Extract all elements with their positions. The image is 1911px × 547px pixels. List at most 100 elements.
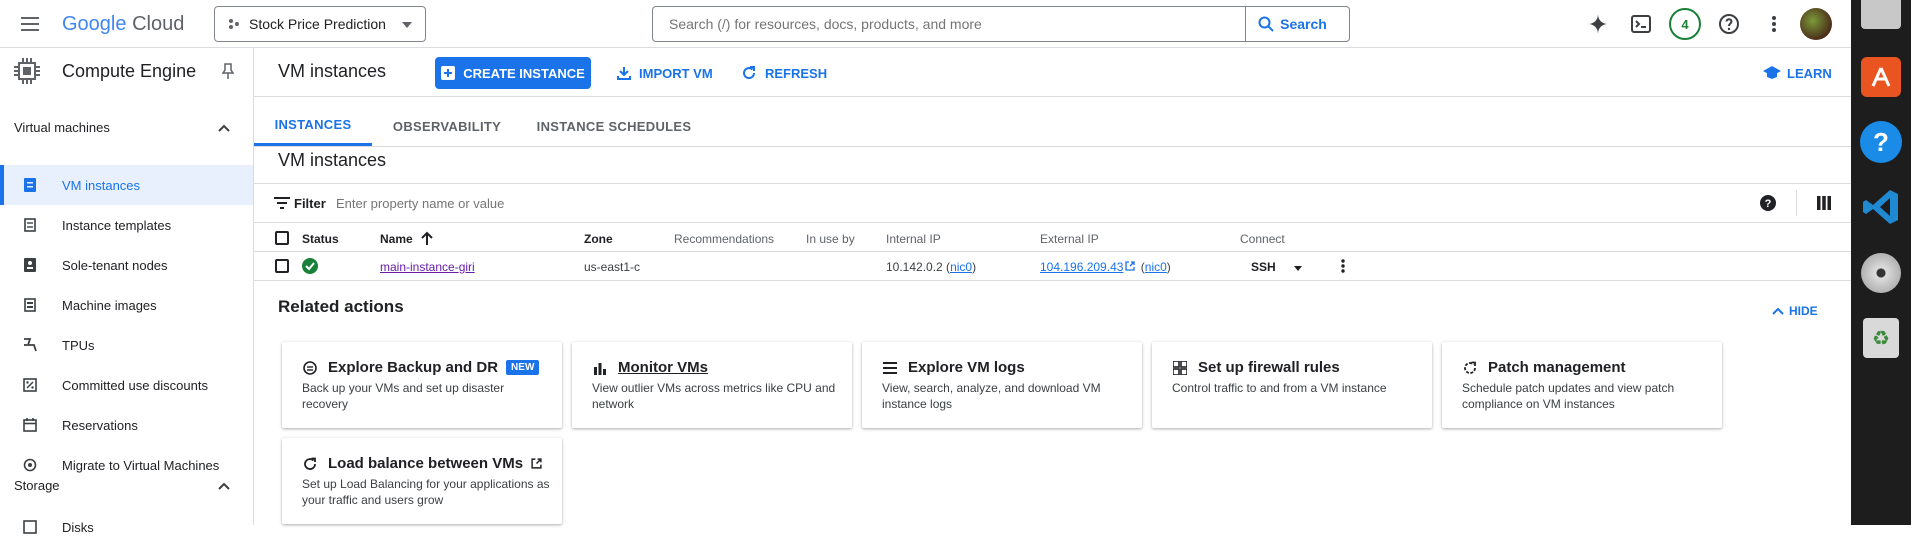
app-store-icon[interactable] bbox=[1856, 52, 1906, 102]
help-app-icon[interactable]: ? bbox=[1856, 117, 1906, 167]
card-firewall-rules[interactable]: Set up firewall rules Control traffic to… bbox=[1152, 342, 1432, 428]
column-connect[interactable]: Connect bbox=[1240, 232, 1285, 246]
cloud-shell-icon[interactable] bbox=[1629, 12, 1653, 36]
filter-label: Filter bbox=[294, 196, 326, 211]
card-title: Load balance between VMs bbox=[328, 455, 524, 472]
card-description: Back up your VMs and set up disaster rec… bbox=[302, 381, 505, 411]
page-title: VM instances bbox=[278, 61, 387, 81]
sidebar-item-disks[interactable]: Disks bbox=[0, 507, 253, 547]
internal-nic-link[interactable]: nic0 bbox=[950, 260, 972, 274]
status-ok-icon bbox=[302, 258, 318, 274]
ssh-button[interactable]: SSH bbox=[1251, 260, 1276, 274]
section-virtual-machines[interactable]: Virtual machines bbox=[0, 111, 253, 143]
import-vm-button[interactable]: IMPORT VM bbox=[617, 57, 713, 89]
chevron-up-icon bbox=[1772, 307, 1784, 315]
section-title: VM instances bbox=[278, 150, 387, 170]
tab-instances[interactable]: INSTANCES bbox=[254, 106, 372, 146]
more-vert-icon[interactable] bbox=[1762, 12, 1786, 36]
section-storage[interactable]: Storage bbox=[0, 469, 253, 501]
search-input[interactable] bbox=[653, 7, 1245, 41]
import-icon bbox=[617, 67, 631, 80]
instance-name-link[interactable]: main-instance-giri bbox=[380, 260, 475, 274]
card-title: Patch management bbox=[1488, 359, 1626, 376]
disc-icon[interactable] bbox=[1856, 248, 1906, 298]
sidebar-item-instance-templates[interactable]: Instance templates bbox=[0, 205, 253, 245]
column-in-use-by[interactable]: In use by bbox=[806, 232, 855, 246]
search-bar[interactable]: Search bbox=[652, 6, 1350, 42]
sidebar-item-label: Committed use discounts bbox=[62, 377, 208, 393]
gemini-icon[interactable] bbox=[1586, 12, 1610, 36]
tab-instance-schedules[interactable]: INSTANCE SCHEDULES bbox=[522, 106, 706, 146]
main-content: VM instances CREATE INSTANCE IMPORT VM R… bbox=[254, 48, 1851, 525]
learn-label: LEARN bbox=[1787, 65, 1832, 81]
avatar[interactable] bbox=[1800, 8, 1832, 40]
sidebar-item-tpus[interactable]: TPUs bbox=[0, 325, 253, 365]
chevron-down-icon bbox=[401, 19, 413, 31]
ssh-dropdown-icon[interactable] bbox=[1294, 266, 1302, 271]
sidebar-item-label: Machine images bbox=[62, 297, 157, 313]
main-menu-icon[interactable] bbox=[18, 12, 42, 36]
row-checkbox[interactable] bbox=[275, 259, 289, 273]
card-patch-management[interactable]: Patch management Schedule patch updates … bbox=[1442, 342, 1722, 428]
column-internal-ip[interactable]: Internal IP bbox=[886, 232, 941, 246]
refresh-button[interactable]: REFRESH bbox=[741, 57, 827, 89]
trash-icon[interactable]: ♻ bbox=[1856, 313, 1906, 363]
compute-engine-icon bbox=[14, 58, 40, 84]
vscode-icon[interactable] bbox=[1856, 182, 1906, 232]
add-box-icon bbox=[441, 66, 456, 80]
sidebar-item-committed-use-discounts[interactable]: Committed use discounts bbox=[0, 365, 253, 405]
open-in-new-icon bbox=[531, 458, 542, 469]
sidebar-item-label: Disks bbox=[62, 519, 94, 535]
hide-button[interactable]: HIDE bbox=[1772, 304, 1818, 318]
import-vm-label: IMPORT VM bbox=[639, 65, 713, 81]
pin-icon[interactable] bbox=[220, 63, 236, 79]
search-button-label: Search bbox=[1280, 16, 1327, 32]
column-name[interactable]: Name bbox=[380, 232, 413, 246]
backup-icon bbox=[302, 360, 318, 376]
column-external-ip[interactable]: External IP bbox=[1040, 232, 1099, 246]
card-title: Set up firewall rules bbox=[1198, 359, 1340, 376]
card-explore-backup[interactable]: Explore Backup and DR NEW Back up your VM… bbox=[282, 342, 562, 428]
google-cloud-logo[interactable]: Google Cloud bbox=[62, 12, 184, 36]
learn-button[interactable]: LEARN bbox=[1763, 57, 1832, 89]
logo-cloud: Cloud bbox=[132, 13, 185, 35]
card-explore-vm-logs[interactable]: Explore VM logs View, search, analyze, a… bbox=[862, 342, 1142, 428]
hide-label: HIDE bbox=[1789, 304, 1818, 318]
help-icon[interactable]: ? bbox=[1760, 195, 1776, 211]
row-more-icon[interactable] bbox=[1341, 259, 1345, 273]
column-zone[interactable]: Zone bbox=[584, 232, 613, 246]
select-all-checkbox[interactable] bbox=[275, 231, 289, 245]
card-monitor-vms[interactable]: Monitor VMs View outlier VMs across metr… bbox=[572, 342, 852, 428]
column-status[interactable]: Status bbox=[302, 232, 339, 246]
project-name: Stock Price Prediction bbox=[249, 16, 386, 32]
files-icon[interactable] bbox=[1856, 0, 1906, 36]
card-load-balance[interactable]: Load balance between VMs Set up Load Bal… bbox=[282, 438, 562, 524]
sidebar: Compute Engine Virtual machines VM insta… bbox=[0, 48, 254, 535]
divider bbox=[254, 146, 1851, 147]
sidebar-item-reservations[interactable]: Reservations bbox=[0, 405, 253, 445]
column-display-icon[interactable] bbox=[1817, 196, 1831, 210]
create-instance-button[interactable]: CREATE INSTANCE bbox=[435, 57, 591, 89]
divider bbox=[1796, 190, 1797, 216]
sidebar-item-vm-instances[interactable]: VM instances bbox=[0, 165, 253, 205]
tab-observability[interactable]: OBSERVABILITY bbox=[372, 106, 522, 146]
help-icon[interactable] bbox=[1717, 12, 1741, 36]
tpu-icon bbox=[22, 337, 38, 353]
disk-icon bbox=[22, 519, 38, 535]
column-recommendations[interactable]: Recommendations bbox=[674, 232, 774, 246]
filter-input[interactable] bbox=[336, 192, 736, 214]
project-picker[interactable]: Stock Price Prediction bbox=[214, 6, 426, 42]
notifications-badge[interactable]: 4 bbox=[1669, 8, 1701, 40]
patch-icon bbox=[1462, 360, 1478, 376]
search-button[interactable]: Search bbox=[1245, 7, 1339, 41]
instance-templates-icon bbox=[22, 217, 38, 233]
sidebar-item-machine-images[interactable]: Machine images bbox=[0, 285, 253, 325]
open-in-new-icon bbox=[1125, 261, 1136, 271]
filter-icon bbox=[274, 197, 290, 209]
sidebar-item-sole-tenant-nodes[interactable]: Sole-tenant nodes bbox=[0, 245, 253, 285]
internal-ip: 10.142.0.2 bbox=[886, 260, 943, 274]
external-ip-link[interactable]: 104.196.209.43 bbox=[1040, 260, 1123, 274]
external-nic-link[interactable]: nic0 bbox=[1145, 260, 1167, 274]
arrow-up-icon[interactable] bbox=[421, 231, 433, 245]
section-label: Storage bbox=[14, 478, 60, 493]
